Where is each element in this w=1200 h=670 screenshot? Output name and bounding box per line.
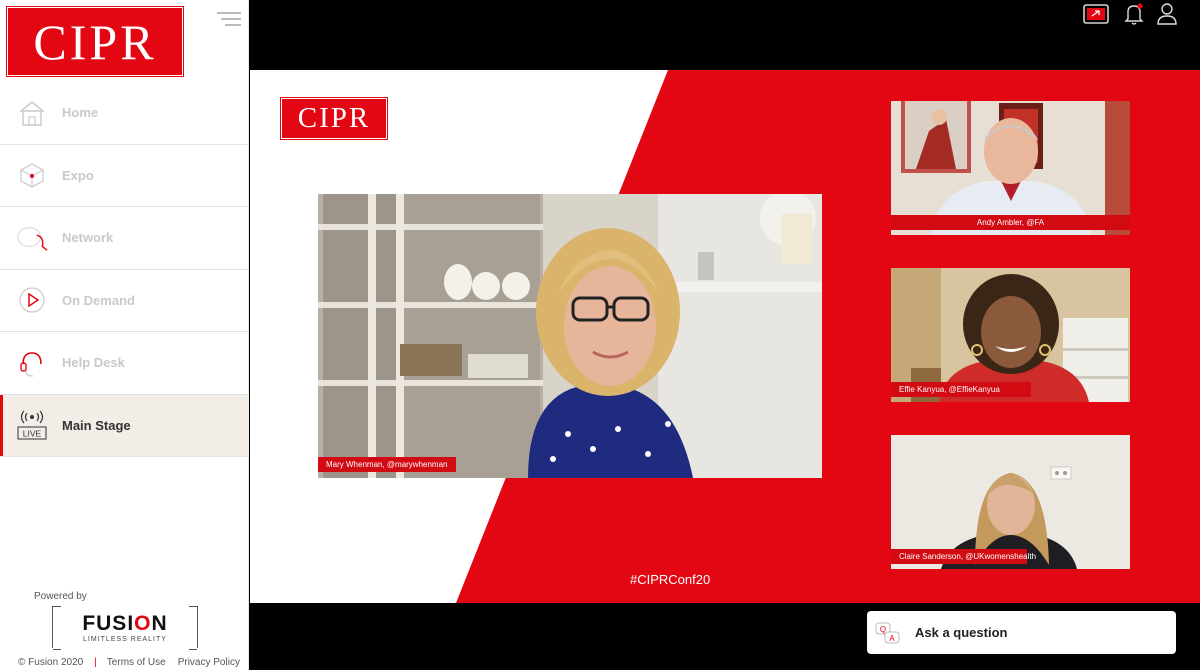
ask-question-label: Ask a question [915,625,1008,640]
panel-name-tag-effie: Effie Kanyua, @EffieKanyua [891,382,1031,397]
panel-name-tag-claire: Claire Sanderson, @UKwomenshealth [891,549,1036,564]
terms-link[interactable]: Terms of Use [101,657,172,668]
sidebar-item-on-demand[interactable]: On Demand [0,270,249,332]
sidebar-item-label: Home [62,105,99,121]
share-screen-icon[interactable] [1083,2,1109,26]
privacy-link[interactable]: Privacy Policy [172,657,246,668]
sidebar-item-network[interactable]: Network [0,207,249,270]
menu-icon[interactable] [217,12,241,30]
panel-name-tag-andy: Andy Ambler, @FA [891,215,1130,230]
sidebar-item-label: Network [62,230,114,246]
ask-question-button[interactable]: QA Ask a question [867,611,1176,654]
event-hashtag: #CIPRConf20 [630,572,711,587]
sidebar-item-label: Main Stage [62,417,131,433]
main-speaker-name-tag: Mary Whenman, @marywhenman [318,457,456,472]
sidebar-item-expo[interactable]: Expo [0,145,249,207]
headset-icon [16,347,48,379]
main-stage: CIPR Mary Whenman, @marywhenman Andy Amb… [250,70,1200,603]
panel-video-effie[interactable]: Effie Kanyua, @EffieKanyua [891,268,1130,402]
panel-video-claire[interactable]: Claire Sanderson, @UKwomenshealth [891,435,1130,569]
sidebar-item-main-stage[interactable]: LIVE Main Stage [0,394,249,457]
sidebar-item-help-desk[interactable]: Help Desk [0,332,249,395]
user-icon[interactable] [1154,2,1180,26]
sidebar: CIPR Home Expo Network On Demand Help De… [0,0,249,670]
stage-cipr-logo: CIPR [280,97,388,140]
top-bar [250,0,1200,70]
panel-video-andy[interactable]: Andy Ambler, @FA [891,101,1130,235]
expo-cube-icon [16,159,48,191]
sidebar-nav: Home Expo Network On Demand Help Desk LI… [0,82,249,457]
sidebar-item-label: Help Desk [62,355,125,371]
network-chat-icon [16,222,48,254]
main-speaker-video[interactable]: Mary Whenman, @marywhenman [318,194,822,478]
fusion-logo[interactable]: FUSION LIMITLESS REALITY [52,606,198,650]
sidebar-item-home[interactable]: Home [0,82,249,145]
sidebar-item-label: On Demand [62,292,135,308]
bell-icon[interactable] [1121,2,1147,26]
copyright-text: © Fusion 2020 [18,657,84,668]
svg-text:LIVE: LIVE [23,429,42,439]
cipr-logo[interactable]: CIPR [6,6,184,77]
live-broadcast-icon: LIVE [16,409,48,441]
powered-by-label: Powered by [34,591,87,602]
home-icon [16,97,48,129]
footer-divider: | [94,657,97,668]
app-window: CIPR Home Expo Network On Demand Help De… [0,0,1200,670]
qa-icon: QA [875,620,901,646]
svg-text:A: A [889,634,895,643]
play-icon [16,284,48,316]
sidebar-item-label: Expo [62,167,94,183]
sidebar-footer: © Fusion 2020 | Terms of Use Privacy Pol… [11,657,246,668]
